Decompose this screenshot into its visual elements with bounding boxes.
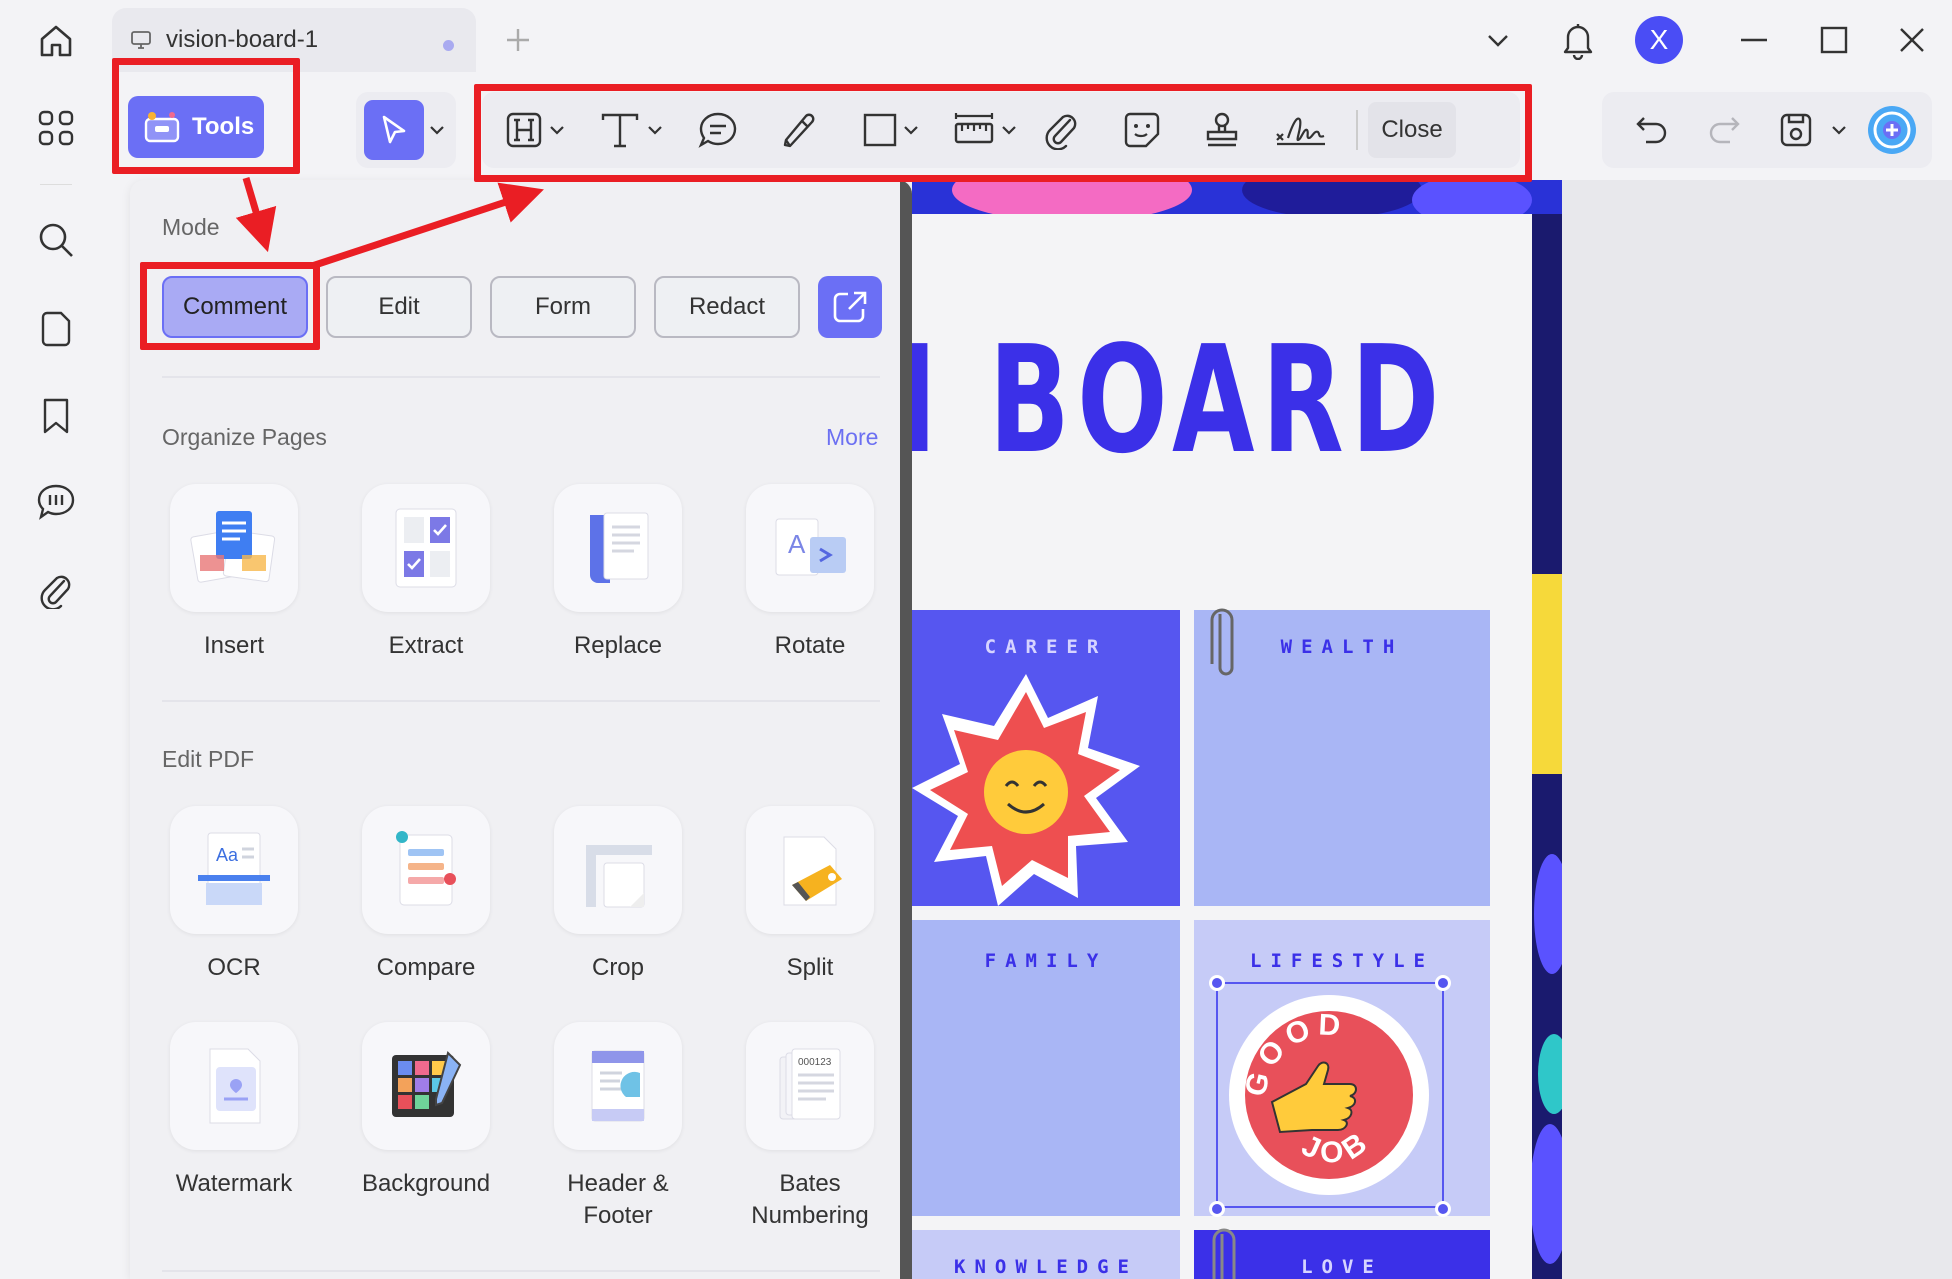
annotation-arrows: [235, 177, 544, 270]
